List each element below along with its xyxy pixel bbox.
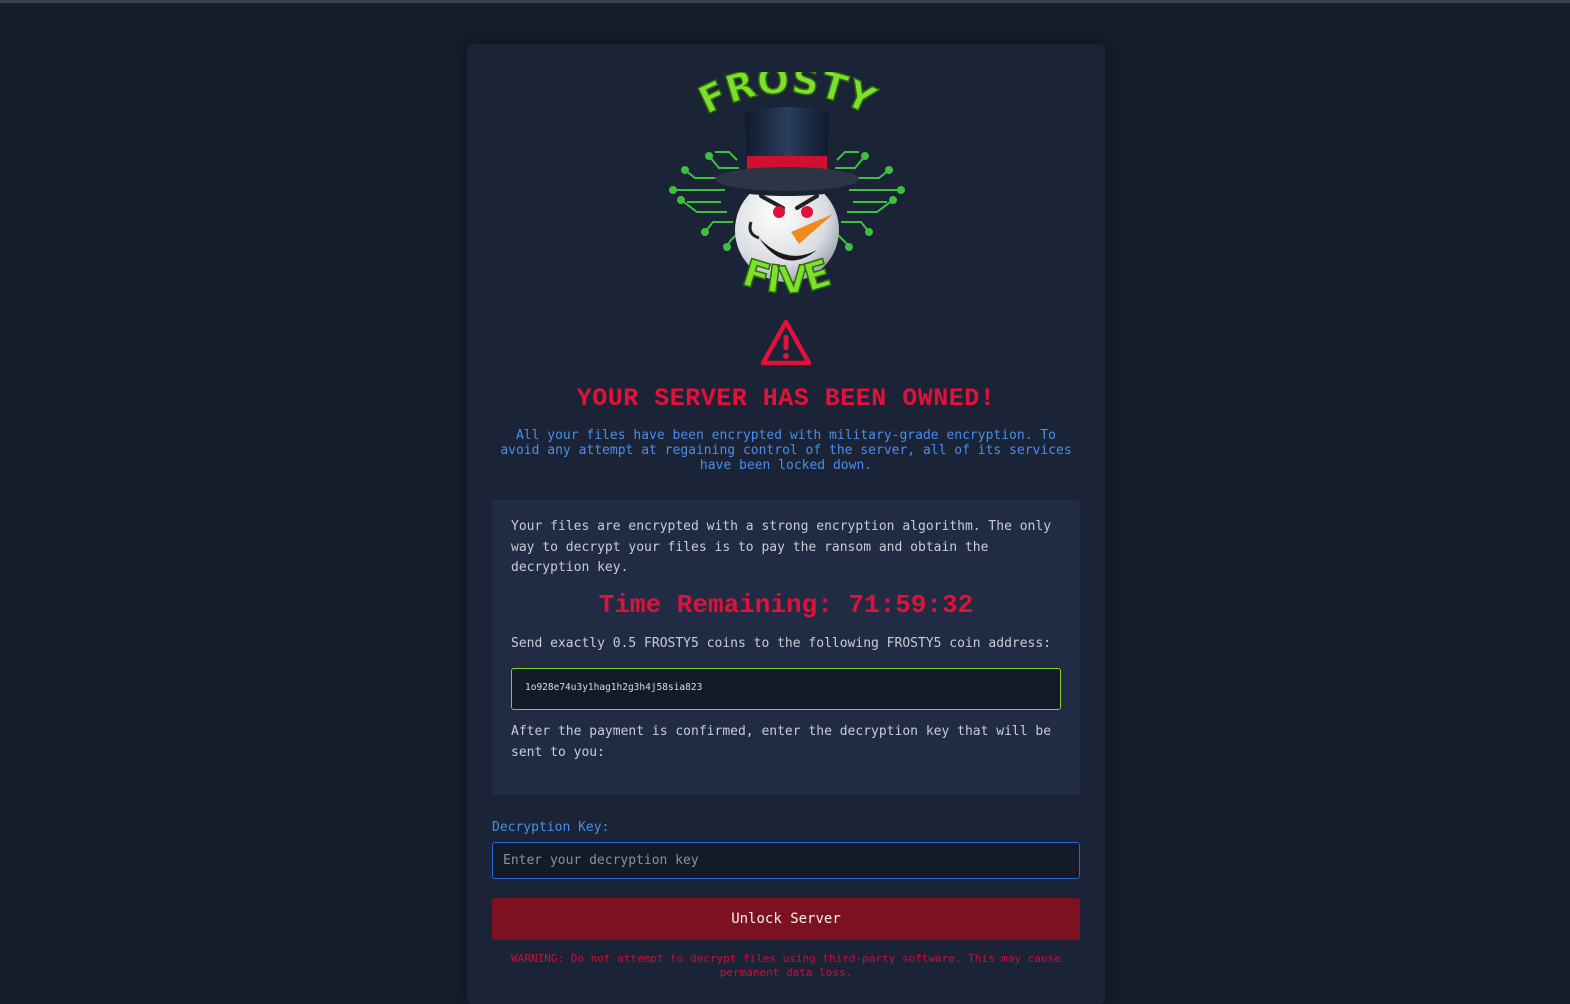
- coin-address: 1o928e74u3y1hag1h2g3h4j58sia823: [525, 682, 703, 693]
- svg-text:FIVE: FIVE: [738, 251, 836, 303]
- snowman-logo-icon: FROSTY FIVE: [669, 72, 905, 303]
- encryption-explanation: Your files are encrypted with a strong e…: [511, 519, 1052, 575]
- decryption-key-label: Decryption Key:: [492, 820, 610, 835]
- after-payment-instruction: After the payment is confirmed, enter th…: [511, 724, 1052, 760]
- payment-instruction: Send exactly 0.5 FROSTY5 coins to the fo…: [511, 636, 1052, 651]
- ransom-info-panel: Your files are encrypted with a strong e…: [492, 500, 1080, 795]
- owned-headline: YOUR SERVER HAS BEEN OWNED!: [576, 384, 996, 413]
- unlock-server-button[interactable]: Unlock Server: [492, 898, 1080, 940]
- intro-message: All your files have been encrypted with …: [500, 428, 1072, 473]
- footer-warning: WARNING: Do not attempt to decrypt files…: [511, 952, 1061, 979]
- ransom-card: FROSTY FIVE YOUR SERVER HAS BEEN OWNED! …: [467, 44, 1105, 1004]
- countdown-timer: Time Remaining: 71:59:32: [598, 590, 974, 620]
- window-top-edge: [0, 0, 1570, 3]
- coin-address-box[interactable]: 1o928e74u3y1hag1h2g3h4j58sia823: [511, 668, 1061, 710]
- decryption-key-input[interactable]: [492, 842, 1080, 879]
- warning-triangle-icon: [760, 319, 812, 366]
